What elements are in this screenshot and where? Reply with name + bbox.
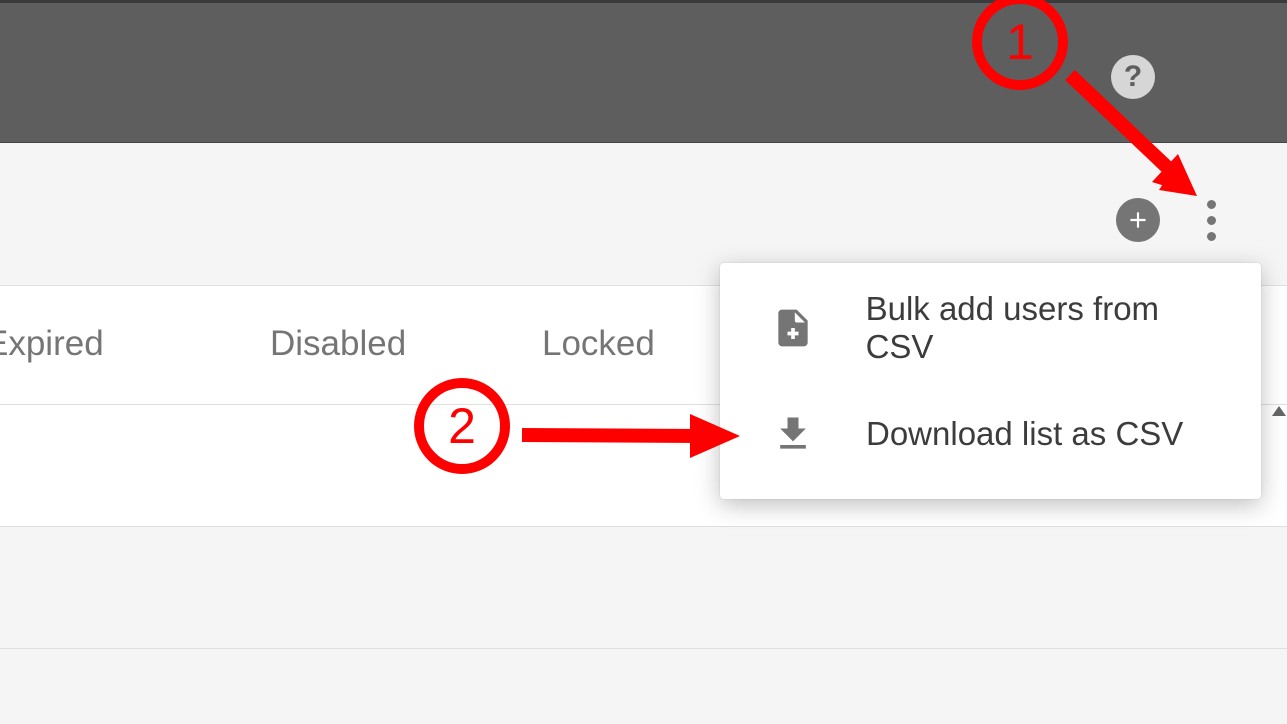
help-button[interactable]: ?: [1111, 55, 1155, 99]
menu-item-label: Download list as CSV: [866, 415, 1183, 453]
app-header: ?: [0, 0, 1287, 143]
more-vert-icon: [1207, 200, 1216, 209]
column-header-locked: Locked: [542, 324, 655, 364]
scroll-up-icon[interactable]: [1272, 406, 1286, 416]
download-icon: [768, 412, 818, 456]
add-button[interactable]: [1116, 198, 1160, 242]
column-header-expired: Expired: [0, 324, 104, 364]
menu-item-download-csv[interactable]: Download list as CSV: [720, 381, 1261, 487]
table-row[interactable]: [0, 527, 1287, 649]
menu-item-label: Bulk add users from CSV: [866, 290, 1233, 366]
menu-item-bulk-add[interactable]: Bulk add users from CSV: [720, 275, 1261, 381]
plus-icon: [1125, 207, 1151, 233]
file-plus-icon: [768, 306, 818, 350]
more-button[interactable]: [1191, 193, 1231, 247]
help-icon: ?: [1124, 62, 1142, 92]
more-menu: Bulk add users from CSV Download list as…: [720, 263, 1261, 499]
column-header-disabled: Disabled: [270, 324, 406, 364]
